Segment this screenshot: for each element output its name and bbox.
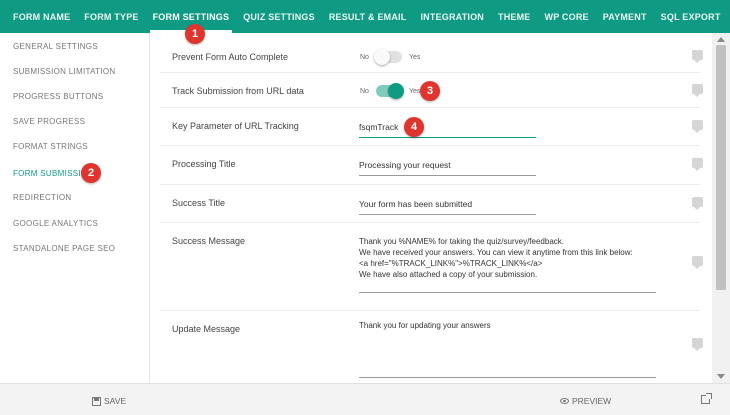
- success-message-line: <a href="%TRACK_LINK%">%TRACK_LINK%</a>: [359, 259, 543, 268]
- track-url-yes-label: Yes: [408, 87, 421, 95]
- tab-form-name[interactable]: Form Name: [6, 0, 77, 33]
- autocomplete-yes-label: Yes: [408, 53, 421, 61]
- autocomplete-no-label: No: [360, 53, 369, 61]
- track-url-toggle[interactable]: [375, 83, 404, 99]
- sidebar-item-format-strings[interactable]: Format Strings: [13, 142, 88, 151]
- tab-form-type[interactable]: Form Type: [77, 0, 145, 33]
- update-message-label: Update Message: [172, 324, 241, 334]
- annotation-marker: 1: [185, 24, 205, 44]
- sidebar-item-submission-limitation[interactable]: Submission Limitation: [13, 67, 115, 76]
- key-param-label: Key Parameter of URL Tracking: [172, 121, 299, 131]
- sidebar-item-progress-buttons[interactable]: Progress Buttons: [13, 92, 103, 101]
- success-message-textarea[interactable]: Thank you %NAME% for taking the quiz/sur…: [359, 236, 656, 293]
- tab-wp-core[interactable]: WP Core: [538, 0, 596, 33]
- eye-icon: [560, 398, 569, 404]
- preview-label: Preview: [572, 396, 612, 406]
- track-url-label: Track Submission from URL data: [172, 86, 304, 96]
- sidebar-item-google-analytics[interactable]: Google Analytics: [13, 219, 98, 228]
- save-label: Save: [104, 396, 127, 406]
- footer-bar: Save Preview: [0, 383, 730, 415]
- setting-row-key-param: Key Parameter of URL Tracking fsqmTrack: [160, 108, 703, 146]
- track-url-no-label: No: [360, 87, 369, 95]
- success-message-line: We have also attached a copy of your sub…: [359, 270, 538, 279]
- sidebar-item-standalone-page-seo[interactable]: Standalone Page SEO: [13, 244, 115, 253]
- toggle-knob: [373, 49, 390, 65]
- scroll-down-arrow-icon[interactable]: [717, 374, 725, 379]
- setting-row-success-title: Success Title Your form has been submitt…: [160, 185, 703, 223]
- help-icon[interactable]: [692, 158, 703, 171]
- autocomplete-toggle-group: No Yes: [360, 49, 421, 65]
- setting-row-processing-title: Processing Title Processing your request: [160, 146, 703, 185]
- annotation-marker: 4: [404, 117, 424, 137]
- tab-quiz-settings[interactable]: Quiz Settings: [236, 0, 322, 33]
- processing-title-label: Processing Title: [172, 159, 236, 169]
- autocomplete-label: Prevent Form Auto Complete: [172, 52, 289, 62]
- success-message-line: Thank you %NAME% for taking the quiz/sur…: [359, 237, 564, 246]
- success-message-line: We have received your answers. You can v…: [359, 248, 633, 257]
- sidebar-item-redirection[interactable]: Redirection: [13, 193, 71, 202]
- sidebar-item-general-settings[interactable]: General Settings: [13, 42, 98, 51]
- update-message-line: Thank you for updating your answers: [359, 321, 491, 330]
- update-message-textarea[interactable]: Thank you for updating your answers: [359, 320, 656, 378]
- toggle-knob: [387, 83, 404, 99]
- success-message-label: Success Message: [172, 236, 246, 246]
- autocomplete-toggle[interactable]: [373, 49, 402, 65]
- tab-result-email[interactable]: Result & Email: [322, 0, 414, 33]
- vertical-scrollbar[interactable]: [712, 33, 730, 383]
- tab-payment[interactable]: Payment: [596, 0, 654, 33]
- help-icon[interactable]: [692, 256, 703, 269]
- help-icon[interactable]: [692, 197, 703, 210]
- help-icon[interactable]: [692, 338, 703, 351]
- setting-row-update-message: Update Message Thank you for updating yo…: [160, 311, 703, 383]
- scroll-up-arrow-icon[interactable]: [717, 37, 725, 42]
- tab-sql-export[interactable]: SQL Export: [654, 0, 728, 33]
- help-icon[interactable]: [692, 120, 703, 133]
- settings-tab-bar: Form Name Form Type Form Settings Quiz S…: [0, 0, 730, 33]
- setting-row-success-message: Success Message Thank you %NAME% for tak…: [160, 223, 703, 311]
- key-param-input[interactable]: fsqmTrack: [359, 122, 536, 138]
- sidebar-item-save-progress[interactable]: Save Progress: [13, 117, 85, 126]
- save-button[interactable]: Save: [92, 396, 126, 406]
- help-icon[interactable]: [692, 50, 703, 63]
- annotation-marker: 2: [81, 163, 101, 183]
- processing-title-input[interactable]: Processing your request: [359, 160, 536, 176]
- success-title-input[interactable]: Your form has been submitted: [359, 199, 536, 215]
- success-title-label: Success Title: [172, 198, 226, 208]
- track-url-toggle-group: No Yes: [360, 83, 421, 99]
- help-icon[interactable]: [692, 84, 703, 97]
- settings-sidebar: General Settings Submission Limitation P…: [0, 33, 150, 383]
- external-link-icon[interactable]: [701, 393, 712, 404]
- annotation-marker: 3: [420, 81, 440, 101]
- tab-theme[interactable]: Theme: [491, 0, 538, 33]
- tab-integration[interactable]: Integration: [413, 0, 491, 33]
- setting-row-autocomplete: Prevent Form Auto Complete No Yes: [160, 33, 703, 73]
- preview-button[interactable]: Preview: [560, 396, 611, 406]
- scroll-thumb[interactable]: [716, 45, 726, 290]
- save-icon: [92, 396, 101, 406]
